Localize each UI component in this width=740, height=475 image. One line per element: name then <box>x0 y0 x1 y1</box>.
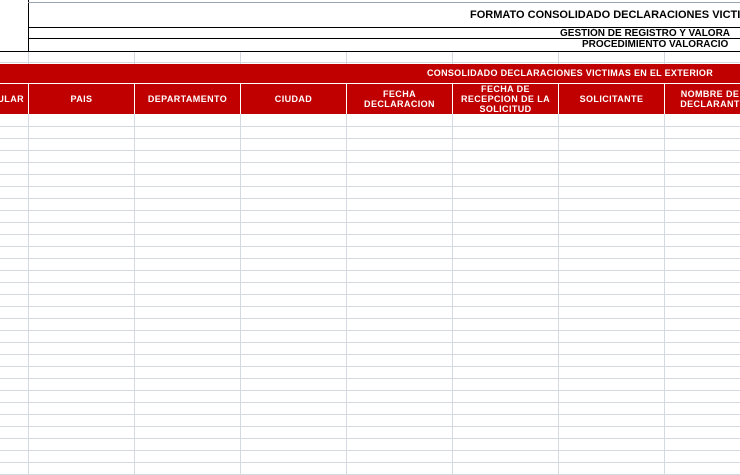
row-divider <box>0 342 740 343</box>
row-divider <box>0 138 740 139</box>
row-divider <box>0 378 740 379</box>
spreadsheet-sheet: FORMATO CONSOLIDADO DECLARACIONES VICTI … <box>0 0 740 475</box>
row-divider <box>0 282 740 283</box>
row-divider <box>0 198 740 199</box>
row-divider <box>0 414 740 415</box>
document-procedure: PROCEDIMIENTO VALORACIÓ <box>582 39 729 50</box>
row-divider <box>0 186 740 187</box>
table-band-title: CONSOLIDADO DECLARACIONES VICTIMAS EN EL… <box>426 68 714 78</box>
row-divider <box>0 62 740 63</box>
row-divider <box>0 162 740 163</box>
row-divider <box>0 270 740 271</box>
row-divider <box>0 426 740 427</box>
row-divider <box>0 318 740 319</box>
column-header-nombre-declarante[interactable]: NOMBRE DE DECLARANT <box>665 84 740 114</box>
row-divider <box>0 150 740 151</box>
row-divider <box>0 306 740 307</box>
row-divider <box>0 450 740 451</box>
column-header-solicitante[interactable]: SOLICITANTE <box>559 84 665 114</box>
row-divider <box>0 354 740 355</box>
row-divider <box>0 174 740 175</box>
row-divider <box>0 222 740 223</box>
column-header-fecha-declaracion[interactable]: FECHA DECLARACION <box>347 84 453 114</box>
column-header-pais[interactable]: PAIS <box>29 84 135 114</box>
row-divider <box>0 210 740 211</box>
title-border-top <box>28 2 740 3</box>
document-title: FORMATO CONSOLIDADO DECLARACIONES VICTI <box>470 9 740 21</box>
row-divider <box>0 390 740 391</box>
row-divider <box>0 462 740 463</box>
row-divider <box>0 126 740 127</box>
column-header-ciudad[interactable]: CIUDAD <box>241 84 347 114</box>
row-divider <box>0 246 740 247</box>
title-border-left <box>28 0 29 52</box>
row-divider <box>0 258 740 259</box>
column-header-titular[interactable]: ULAR <box>0 84 29 114</box>
row-divider <box>0 402 740 403</box>
row-divider <box>0 234 740 235</box>
row-divider <box>0 366 740 367</box>
row-divider <box>0 438 740 439</box>
title-border-bottom <box>0 51 740 52</box>
document-subtitle: GESTIÓN DE REGISTRO Y VALORA <box>560 28 731 39</box>
column-header-fecha-recepcion[interactable]: FECHA DE RECEPCION DE LA SOLICITUD <box>453 84 559 114</box>
column-header-departamento[interactable]: DEPARTAMENTO <box>135 84 241 114</box>
row-divider <box>0 330 740 331</box>
row-divider <box>0 294 740 295</box>
